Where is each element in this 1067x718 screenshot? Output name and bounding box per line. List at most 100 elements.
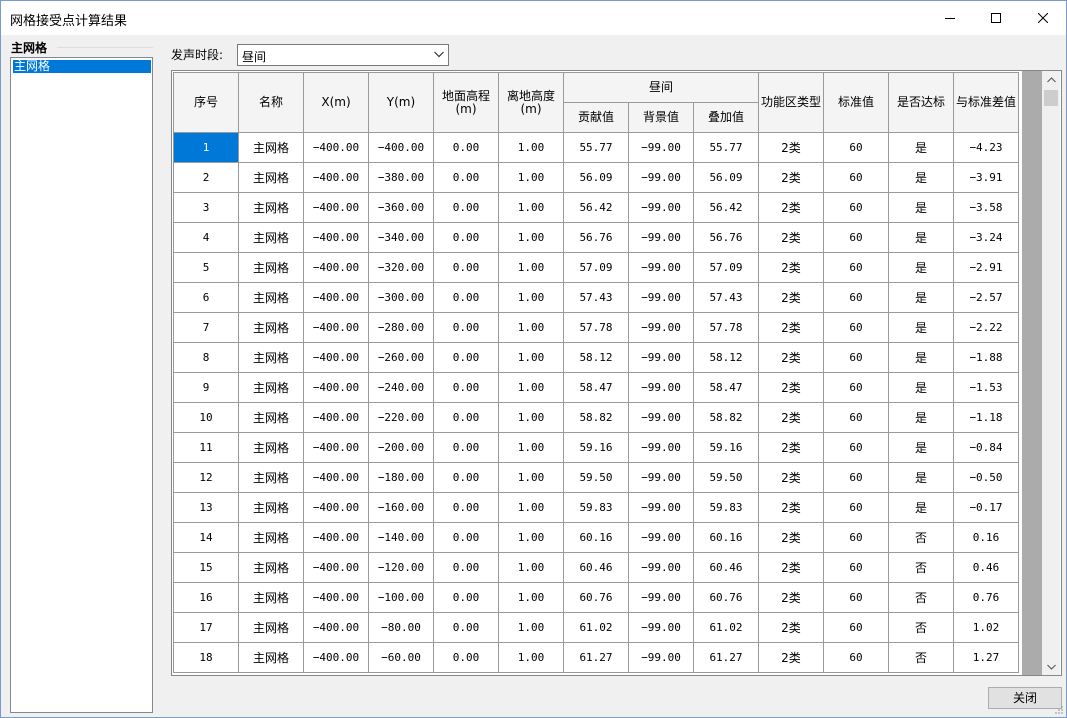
cell-diff[interactable]: −2.22	[953, 312, 1019, 343]
cell-x[interactable]: −400.00	[303, 462, 369, 493]
cell-name[interactable]: 主网格	[238, 342, 304, 373]
cell-diff[interactable]: 1.02	[953, 612, 1019, 643]
cell-diff[interactable]: −1.53	[953, 372, 1019, 403]
cell-ground-elevation[interactable]: 0.00	[433, 522, 499, 553]
cell-name[interactable]: 主网格	[238, 162, 304, 193]
header-diff[interactable]: 与标准差值	[953, 72, 1019, 133]
cell-background[interactable]: −99.00	[628, 162, 694, 193]
cell-compliant[interactable]: 是	[888, 432, 954, 463]
cell-overlay[interactable]: 57.43	[693, 282, 759, 313]
cell-y[interactable]: −400.00	[368, 132, 434, 163]
cell-height[interactable]: 1.00	[498, 402, 564, 433]
table-row[interactable]: 5 主网格 −400.00 −320.00 0.00 1.00 57.09 −99.00 57.…	[173, 252, 1019, 283]
cell-zone-type[interactable]: 2类	[758, 522, 824, 553]
cell-standard[interactable]: 60	[823, 342, 889, 373]
cell-x[interactable]: −400.00	[303, 372, 369, 403]
cell-x[interactable]: −400.00	[303, 522, 369, 553]
cell-name[interactable]: 主网格	[238, 582, 304, 613]
cell-background[interactable]: −99.00	[628, 612, 694, 643]
cell-zone-type[interactable]: 2类	[758, 642, 824, 673]
cell-name[interactable]: 主网格	[238, 372, 304, 403]
cell-ground-elevation[interactable]: 0.00	[433, 582, 499, 613]
cell-diff[interactable]: −0.50	[953, 462, 1019, 493]
cell-diff[interactable]: −2.57	[953, 282, 1019, 313]
cell-overlay[interactable]: 59.83	[693, 492, 759, 523]
cell-overlay[interactable]: 58.47	[693, 372, 759, 403]
table-row[interactable]: 3 主网格 −400.00 −360.00 0.00 1.00 56.42 −99.00 56.…	[173, 192, 1019, 223]
cell-x[interactable]: −400.00	[303, 402, 369, 433]
cell-ground-elevation[interactable]: 0.00	[433, 432, 499, 463]
cell-ground-elevation[interactable]: 0.00	[433, 282, 499, 313]
cell-diff[interactable]: −0.17	[953, 492, 1019, 523]
table-row[interactable]: 10 主网格 −400.00 −220.00 0.00 1.00 58.82 −99.00 58…	[173, 402, 1019, 433]
cell-seq[interactable]: 8	[173, 342, 239, 373]
cell-compliant[interactable]: 否	[888, 642, 954, 673]
cell-ground-elevation[interactable]: 0.00	[433, 132, 499, 163]
cell-background[interactable]: −99.00	[628, 372, 694, 403]
cell-ground-elevation[interactable]: 0.00	[433, 162, 499, 193]
cell-x[interactable]: −400.00	[303, 342, 369, 373]
cell-ground-elevation[interactable]: 0.00	[433, 192, 499, 223]
cell-standard[interactable]: 60	[823, 432, 889, 463]
cell-name[interactable]: 主网格	[238, 522, 304, 553]
cell-zone-type[interactable]: 2类	[758, 432, 824, 463]
cell-height[interactable]: 1.00	[498, 582, 564, 613]
cell-zone-type[interactable]: 2类	[758, 132, 824, 163]
tree-panel[interactable]: 主网格	[10, 57, 153, 713]
cell-background[interactable]: −99.00	[628, 582, 694, 613]
header-contribution[interactable]: 贡献值	[563, 102, 629, 133]
cell-standard[interactable]: 60	[823, 372, 889, 403]
cell-y[interactable]: −100.00	[368, 582, 434, 613]
cell-ground-elevation[interactable]: 0.00	[433, 492, 499, 523]
cell-contribution[interactable]: 58.12	[563, 342, 629, 373]
cell-y[interactable]: −200.00	[368, 432, 434, 463]
cell-zone-type[interactable]: 2类	[758, 192, 824, 223]
cell-compliant[interactable]: 是	[888, 402, 954, 433]
cell-standard[interactable]: 60	[823, 582, 889, 613]
cell-compliant[interactable]: 是	[888, 312, 954, 343]
cell-background[interactable]: −99.00	[628, 432, 694, 463]
cell-zone-type[interactable]: 2类	[758, 582, 824, 613]
cell-contribution[interactable]: 57.43	[563, 282, 629, 313]
cell-background[interactable]: −99.00	[628, 312, 694, 343]
header-overlay[interactable]: 叠加值	[693, 102, 759, 133]
table-row[interactable]: 1 主网格 −400.00 −400.00 0.00 1.00 55.77 −99.00 55.…	[173, 132, 1019, 163]
cell-height[interactable]: 1.00	[498, 492, 564, 523]
tree-item-main-grid[interactable]: 主网格	[13, 60, 151, 73]
cell-seq[interactable]: 5	[173, 252, 239, 283]
cell-contribution[interactable]: 55.77	[563, 132, 629, 163]
cell-ground-elevation[interactable]: 0.00	[433, 612, 499, 643]
cell-zone-type[interactable]: 2类	[758, 222, 824, 253]
cell-x[interactable]: −400.00	[303, 282, 369, 313]
cell-diff[interactable]: 0.46	[953, 552, 1019, 583]
cell-overlay[interactable]: 56.76	[693, 222, 759, 253]
cell-contribution[interactable]: 56.09	[563, 162, 629, 193]
cell-standard[interactable]: 60	[823, 642, 889, 673]
cell-seq[interactable]: 9	[173, 372, 239, 403]
vertical-scrollbar[interactable]	[1042, 71, 1060, 675]
cell-compliant[interactable]: 否	[888, 582, 954, 613]
cell-overlay[interactable]: 57.78	[693, 312, 759, 343]
title-bar[interactable]: 网格接受点计算结果	[1, 1, 1066, 35]
scroll-up-button[interactable]	[1042, 71, 1060, 88]
table-row[interactable]: 12 主网格 −400.00 −180.00 0.00 1.00 59.50 −99.00 59…	[173, 462, 1019, 493]
cell-height[interactable]: 1.00	[498, 192, 564, 223]
cell-overlay[interactable]: 60.76	[693, 582, 759, 613]
cell-name[interactable]: 主网格	[238, 642, 304, 673]
cell-seq[interactable]: 2	[173, 162, 239, 193]
cell-height[interactable]: 1.00	[498, 642, 564, 673]
cell-seq[interactable]: 14	[173, 522, 239, 553]
cell-name[interactable]: 主网格	[238, 612, 304, 643]
cell-seq[interactable]: 1	[173, 132, 239, 163]
cell-compliant[interactable]: 否	[888, 612, 954, 643]
cell-standard[interactable]: 60	[823, 312, 889, 343]
cell-contribution[interactable]: 56.76	[563, 222, 629, 253]
cell-x[interactable]: −400.00	[303, 162, 369, 193]
cell-height[interactable]: 1.00	[498, 342, 564, 373]
header-height[interactable]: 离地高度(m)	[498, 72, 564, 133]
table-row[interactable]: 4 主网格 −400.00 −340.00 0.00 1.00 56.76 −99.00 56.…	[173, 222, 1019, 253]
cell-compliant[interactable]: 是	[888, 132, 954, 163]
table-row[interactable]: 13 主网格 −400.00 −160.00 0.00 1.00 59.83 −99.00 59…	[173, 492, 1019, 523]
minimize-button[interactable]	[927, 1, 973, 35]
cell-contribution[interactable]: 59.83	[563, 492, 629, 523]
